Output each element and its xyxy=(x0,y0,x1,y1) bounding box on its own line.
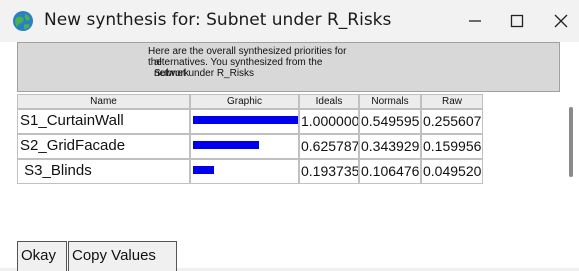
message-line: Subnet under R_Risks xyxy=(154,68,255,79)
maximize-button[interactable] xyxy=(497,6,537,36)
row-raw: 0.159956 xyxy=(421,134,483,159)
row-normal: 0.549595 xyxy=(359,109,421,134)
synthesis-message: Here are the overall synthesized priorit… xyxy=(17,42,560,92)
column-header-raw[interactable]: Raw xyxy=(421,94,483,109)
dialog-body: Here are the overall synthesized priorit… xyxy=(0,42,579,271)
okay-button[interactable]: Okay xyxy=(17,241,67,271)
column-header-normals[interactable]: Normals xyxy=(359,94,421,109)
scrollbar[interactable] xyxy=(569,107,573,177)
column-header-ideals[interactable]: Ideals xyxy=(299,94,359,109)
minimize-button[interactable] xyxy=(455,6,495,36)
row-normal: 0.106476 xyxy=(359,159,421,184)
row-normal: 0.343929 xyxy=(359,134,421,159)
window-title: New synthesis for: Subnet under R_Risks xyxy=(44,10,392,30)
globe-icon xyxy=(13,11,33,31)
row-ideal: 0.193735 xyxy=(299,159,359,184)
minimize-icon xyxy=(469,20,481,22)
row-ideal: 0.625787 xyxy=(299,134,359,159)
priority-bar xyxy=(193,166,214,174)
close-icon xyxy=(554,14,568,28)
row-raw: 0.049520 xyxy=(421,159,483,184)
column-header-graphic[interactable]: Graphic xyxy=(190,94,299,109)
copy-values-button[interactable]: Copy Values xyxy=(68,241,177,271)
row-graphic xyxy=(190,109,299,134)
close-button[interactable] xyxy=(541,6,579,36)
maximize-icon xyxy=(510,14,524,28)
row-name[interactable]: S2_GridFacade xyxy=(17,134,190,159)
row-name[interactable]: S1_CurtainWall xyxy=(17,109,190,134)
row-graphic xyxy=(190,134,299,159)
priority-bar xyxy=(193,116,298,124)
row-graphic xyxy=(190,159,299,184)
row-name[interactable]: S3_Blinds xyxy=(17,159,190,184)
title-bar: New synthesis for: Subnet under R_Risks xyxy=(0,0,579,43)
priority-bar xyxy=(193,141,259,149)
row-raw: 0.255607 xyxy=(421,109,483,134)
row-ideal: 1.000000 xyxy=(299,109,359,134)
column-header-name[interactable]: Name xyxy=(17,94,190,109)
